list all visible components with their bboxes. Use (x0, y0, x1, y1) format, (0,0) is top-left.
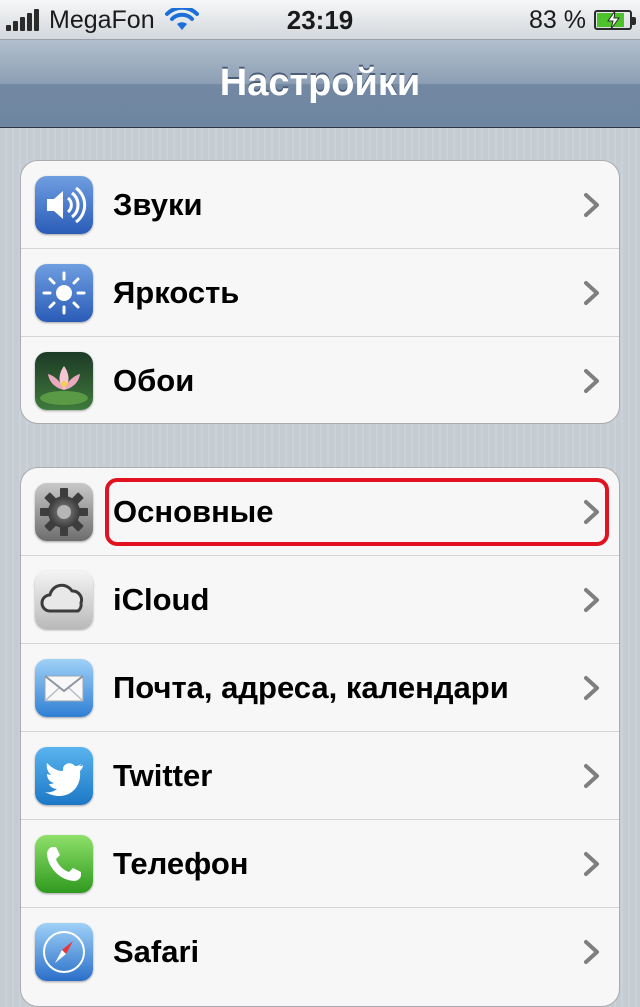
chevron-right-icon (584, 193, 599, 217)
settings-row-label: Обои (113, 363, 195, 398)
brightness-icon (35, 264, 93, 322)
gear-icon (35, 483, 93, 541)
chevron-right-icon (584, 588, 599, 612)
settings-row-label: Почта, адреса, календари (113, 670, 509, 705)
settings-row-mail[interactable]: Почта, адреса, календари (21, 644, 619, 732)
settings-row-safari[interactable]: Safari (21, 908, 619, 996)
chevron-right-icon (584, 369, 599, 393)
twitter-bird-icon (35, 747, 93, 805)
compass-icon (35, 923, 93, 981)
settings-row-label: Twitter (113, 758, 213, 793)
chevron-right-icon (584, 500, 599, 524)
page-title: Настройки (219, 62, 421, 104)
wallpaper-icon (35, 352, 93, 410)
settings-group-1: Звуки Яркость Обои (20, 160, 620, 424)
charging-bolt-icon (607, 10, 620, 30)
speaker-icon (35, 176, 93, 234)
settings-row-twitter[interactable]: Twitter (21, 732, 619, 820)
battery-icon (594, 10, 636, 30)
settings-row-general[interactable]: Основные (21, 468, 619, 556)
chevron-right-icon (584, 281, 599, 305)
settings-row-label: Safari (113, 934, 200, 969)
chevron-right-icon (584, 852, 599, 876)
settings-row-icloud[interactable]: iCloud (21, 556, 619, 644)
chevron-right-icon (584, 764, 599, 788)
settings-row-label: Яркость (113, 275, 240, 310)
cloud-icon (35, 571, 93, 629)
phone-icon (35, 835, 93, 893)
navigation-bar: Настройки (0, 40, 640, 128)
status-bar: MegaFon 23:19 83 % (0, 0, 640, 40)
status-right: 83 % (529, 0, 636, 40)
settings-group-2: Основные iCloud Почта, адреса, календари (20, 467, 620, 1007)
settings-row-phone[interactable]: Телефон (21, 820, 619, 908)
chevron-right-icon (584, 940, 599, 964)
settings-row-brightness[interactable]: Яркость (21, 249, 619, 337)
settings-row-sounds[interactable]: Звуки (21, 161, 619, 249)
settings-row-label: iCloud (113, 582, 210, 617)
settings-row-label: Звуки (113, 187, 203, 222)
chevron-right-icon (584, 676, 599, 700)
highlight-annotation (105, 478, 609, 546)
settings-row-wallpaper[interactable]: Обои (21, 337, 619, 423)
settings-row-label: Телефон (113, 846, 249, 881)
mail-icon (35, 659, 93, 717)
battery-percent: 83 % (529, 5, 586, 34)
